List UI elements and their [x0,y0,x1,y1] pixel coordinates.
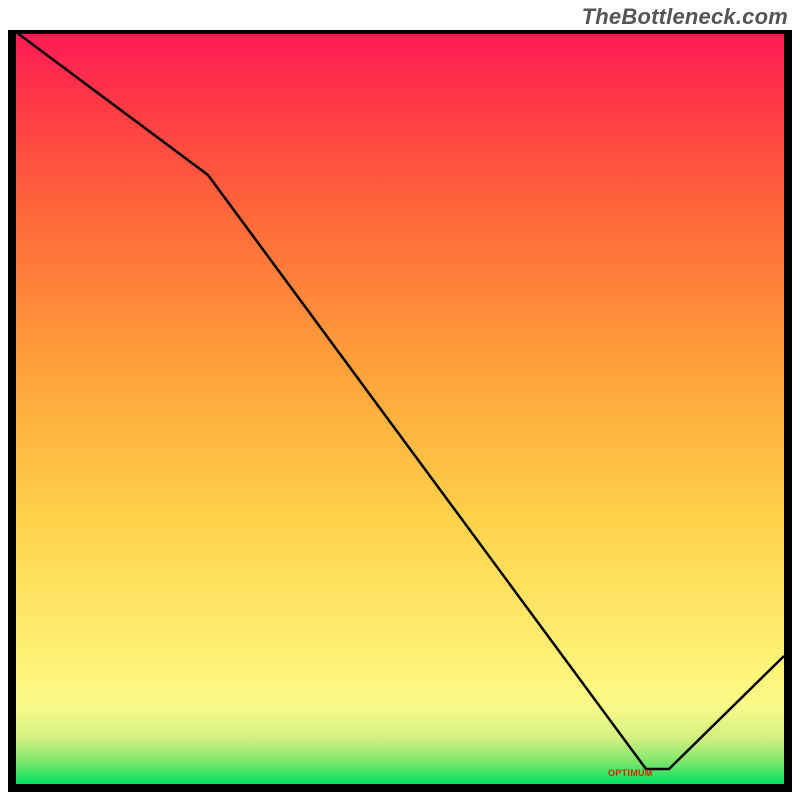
chart-frame: OPTIMUM [8,30,792,792]
watermark-text: TheBottleneck.com [582,4,788,30]
chart-container: TheBottleneck.com [0,0,800,800]
gradient-background [16,32,784,784]
optimum-marker-label: OPTIMUM [608,768,653,778]
chart-svg: OPTIMUM [8,30,792,792]
